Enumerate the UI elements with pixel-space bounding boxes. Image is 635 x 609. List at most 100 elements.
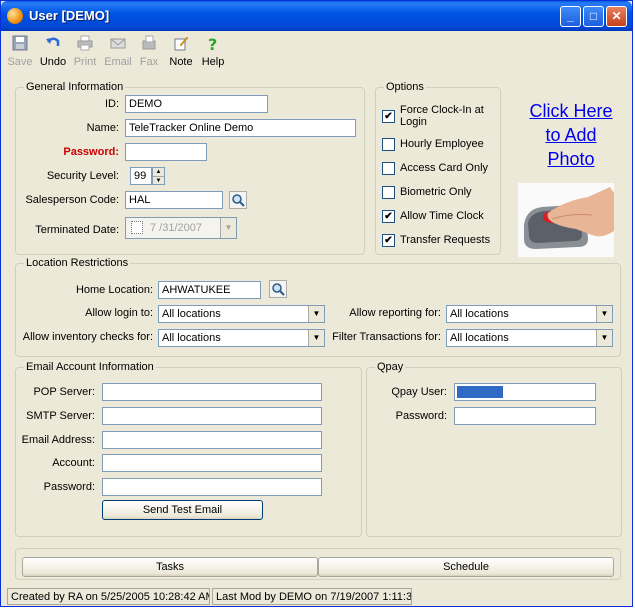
- force-clock-in-checkbox[interactable]: ✔: [382, 110, 395, 123]
- general-information-legend: General Information: [24, 81, 126, 93]
- email-password-field[interactable]: [102, 478, 322, 496]
- undo-icon: [46, 37, 60, 46]
- salesperson-code-label: Salesperson Code:: [25, 194, 119, 206]
- account-field[interactable]: [102, 454, 322, 472]
- hourly-employee-checkbox[interactable]: [382, 138, 395, 151]
- qpay-legend: Qpay: [375, 361, 406, 373]
- force-clock-in-label: Force Clock-In at Login: [400, 104, 484, 128]
- title-bar[interactable]: User [DEMO] _ □ ✕: [1, 1, 632, 31]
- chevron-down-icon[interactable]: ▼: [596, 330, 612, 346]
- save-icon: [12, 35, 28, 51]
- salesperson-code-field[interactable]: HAL: [125, 191, 223, 209]
- options-legend: Options: [384, 81, 426, 93]
- svg-text:?: ?: [208, 35, 217, 51]
- qpay-user-selection: [457, 386, 503, 398]
- maximize-button[interactable]: □: [583, 6, 604, 27]
- name-field[interactable]: TeleTracker Online Demo: [125, 119, 356, 137]
- email-address-label: Email Address:: [21, 434, 95, 446]
- password-label: Password:: [63, 146, 119, 158]
- maximize-icon: □: [589, 9, 598, 23]
- toolbar-save-button[interactable]: Save: [6, 35, 34, 68]
- security-level-field[interactable]: 99: [130, 167, 152, 185]
- email-account-legend: Email Account Information: [24, 361, 156, 373]
- fingerprint-scanner-image[interactable]: [518, 183, 614, 257]
- qpay-user-field[interactable]: [454, 383, 596, 401]
- filter-transactions-select[interactable]: All locations ▼: [446, 329, 613, 347]
- allow-reporting-label: Allow reporting for:: [349, 307, 441, 319]
- spin-up-icon[interactable]: ▲: [153, 168, 164, 177]
- user-window: User [DEMO] _ □ ✕ Save Undo Print Email …: [0, 0, 633, 607]
- toolbar-help-button[interactable]: ? Help: [199, 35, 227, 68]
- toolbar-help-label: Help: [201, 56, 225, 68]
- home-location-search-button[interactable]: [269, 280, 287, 298]
- print-icon: [77, 35, 93, 51]
- help-icon: ?: [208, 35, 217, 54]
- pop-server-label: POP Server:: [33, 386, 95, 398]
- id-label: ID:: [104, 98, 119, 110]
- spin-down-icon[interactable]: ▼: [153, 177, 164, 185]
- email-address-field[interactable]: [102, 431, 322, 449]
- add-photo-link[interactable]: Click Here to Add Photo: [521, 99, 621, 171]
- qpay-password-label: Password:: [395, 410, 447, 422]
- add-photo-line2: to Add: [545, 125, 597, 145]
- toolbar-save-label: Save: [7, 56, 33, 68]
- qpay-password-field[interactable]: [454, 407, 596, 425]
- toolbar-print-button[interactable]: Print: [71, 35, 99, 68]
- transfer-requests-label: Transfer Requests: [400, 234, 491, 246]
- toolbar-email-button[interactable]: Email: [104, 35, 132, 68]
- biometric-only-label: Biometric Only: [400, 186, 472, 198]
- id-field[interactable]: DEMO: [125, 95, 268, 113]
- terminated-date-checkbox[interactable]: [131, 221, 143, 234]
- chevron-down-icon[interactable]: ▼: [596, 306, 612, 322]
- add-photo-line1: Click Here: [529, 101, 613, 121]
- schedule-button[interactable]: Schedule: [318, 557, 614, 577]
- email-icon: [110, 38, 126, 49]
- security-level-label: Security Level:: [46, 170, 119, 182]
- toolbar-note-button[interactable]: Note: [167, 35, 195, 68]
- pop-server-field[interactable]: [102, 383, 322, 401]
- access-card-only-checkbox[interactable]: [382, 162, 395, 175]
- toolbar-note-label: Note: [169, 56, 193, 68]
- toolbar-email-label: Email: [104, 56, 132, 68]
- security-level-spinner[interactable]: ▲ ▼: [152, 167, 165, 185]
- search-icon: [272, 283, 285, 296]
- location-restrictions-legend: Location Restrictions: [24, 257, 131, 269]
- force-clock-in-label-line1: Force Clock-In at: [400, 104, 484, 116]
- fax-icon: [142, 35, 156, 50]
- toolbar-print-label: Print: [73, 56, 97, 68]
- chevron-down-icon[interactable]: ▼: [220, 218, 236, 238]
- close-icon: ✕: [611, 9, 622, 23]
- allow-inventory-select[interactable]: All locations ▼: [158, 329, 325, 347]
- terminated-date-picker[interactable]: 7 /31/2007 ▼: [125, 217, 237, 239]
- toolbar-undo-label: Undo: [39, 56, 67, 68]
- filter-transactions-label: Filter Transactions for:: [332, 331, 441, 343]
- tasks-button[interactable]: Tasks: [22, 557, 318, 577]
- allow-time-clock-label: Allow Time Clock: [400, 210, 484, 222]
- salesperson-search-button[interactable]: [229, 191, 247, 209]
- biometric-only-checkbox[interactable]: [382, 186, 395, 199]
- transfer-requests-checkbox[interactable]: ✔: [382, 234, 395, 247]
- allow-login-select[interactable]: All locations ▼: [158, 305, 325, 323]
- toolbar-fax-label: Fax: [139, 56, 159, 68]
- status-modified: Last Mod by DEMO on 7/19/2007 1:11:31 PM: [212, 588, 412, 605]
- smtp-server-field[interactable]: [102, 407, 322, 425]
- note-icon: [174, 36, 189, 51]
- password-field[interactable]: [125, 143, 207, 161]
- terminated-date-value: 7 /31/2007: [150, 222, 202, 234]
- home-location-label: Home Location:: [75, 284, 153, 296]
- window-title: User [DEMO]: [29, 8, 110, 23]
- send-test-email-button[interactable]: Send Test Email: [102, 500, 263, 520]
- allow-inventory-label: Allow inventory checks for:: [22, 331, 153, 343]
- minimize-button[interactable]: _: [560, 6, 581, 27]
- email-password-label: Password:: [43, 481, 95, 493]
- close-button[interactable]: ✕: [606, 6, 627, 27]
- allow-reporting-select[interactable]: All locations ▼: [446, 305, 613, 323]
- allow-time-clock-checkbox[interactable]: ✔: [382, 210, 395, 223]
- toolbar-undo-button[interactable]: Undo: [39, 35, 67, 68]
- name-label: Name:: [86, 122, 119, 134]
- home-location-field[interactable]: AHWATUKEE: [158, 281, 261, 299]
- smtp-server-label: SMTP Server:: [26, 410, 95, 422]
- allow-reporting-value: All locations: [450, 308, 509, 320]
- toolbar-fax-button[interactable]: Fax: [135, 35, 163, 68]
- access-card-only-label: Access Card Only: [400, 162, 489, 174]
